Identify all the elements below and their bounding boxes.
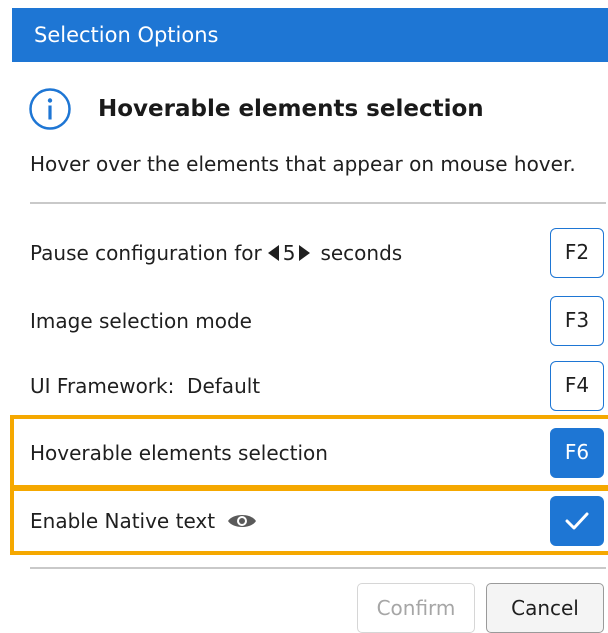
ui-framework-shortcut-button[interactable]: F4 [550,361,604,411]
native-text-checkbox[interactable] [550,496,604,546]
pause-shortcut-button[interactable]: F2 [550,228,604,278]
section-title: Hoverable elements selection [98,96,484,122]
checkmark-icon [565,512,589,530]
hoverable-selection-row: Hoverable elements selection F6 [30,428,606,478]
section-header: Hoverable elements selection [28,86,588,132]
image-selection-label: Image selection mode [30,309,252,333]
pause-configuration-label: Pause configuration for 5 seconds [30,241,402,265]
pause-seconds-value: 5 [282,241,296,265]
eye-icon[interactable] [227,511,257,531]
cancel-button[interactable]: Cancel [486,583,604,633]
confirm-button[interactable]: Confirm [357,583,475,633]
decrease-seconds-icon[interactable] [267,245,279,261]
native-text-label: Enable Native text [30,509,216,533]
image-selection-shortcut-button[interactable]: F3 [550,296,604,346]
native-text-label-wrap: Enable Native text [30,509,257,533]
dialog-title: Selection Options [34,23,219,47]
pause-prefix: Pause configuration for [30,241,262,265]
native-text-row: Enable Native text [30,496,606,546]
divider [30,202,606,204]
image-selection-row: Image selection mode F3 [30,296,606,346]
pause-suffix: seconds [320,241,403,265]
ui-framework-row: UI Framework: Default F4 [30,361,606,411]
info-icon [29,88,71,130]
hoverable-selection-label: Hoverable elements selection [30,441,328,465]
dialog-title-bar: Selection Options [12,8,608,62]
section-description: Hover over the elements that appear on m… [30,152,576,176]
hoverable-shortcut-button[interactable]: F6 [550,428,604,478]
ui-framework-label: UI Framework: Default [30,374,261,398]
pause-configuration-row: Pause configuration for 5 seconds F2 [30,228,606,278]
divider [30,567,606,569]
increase-seconds-icon[interactable] [299,245,311,261]
